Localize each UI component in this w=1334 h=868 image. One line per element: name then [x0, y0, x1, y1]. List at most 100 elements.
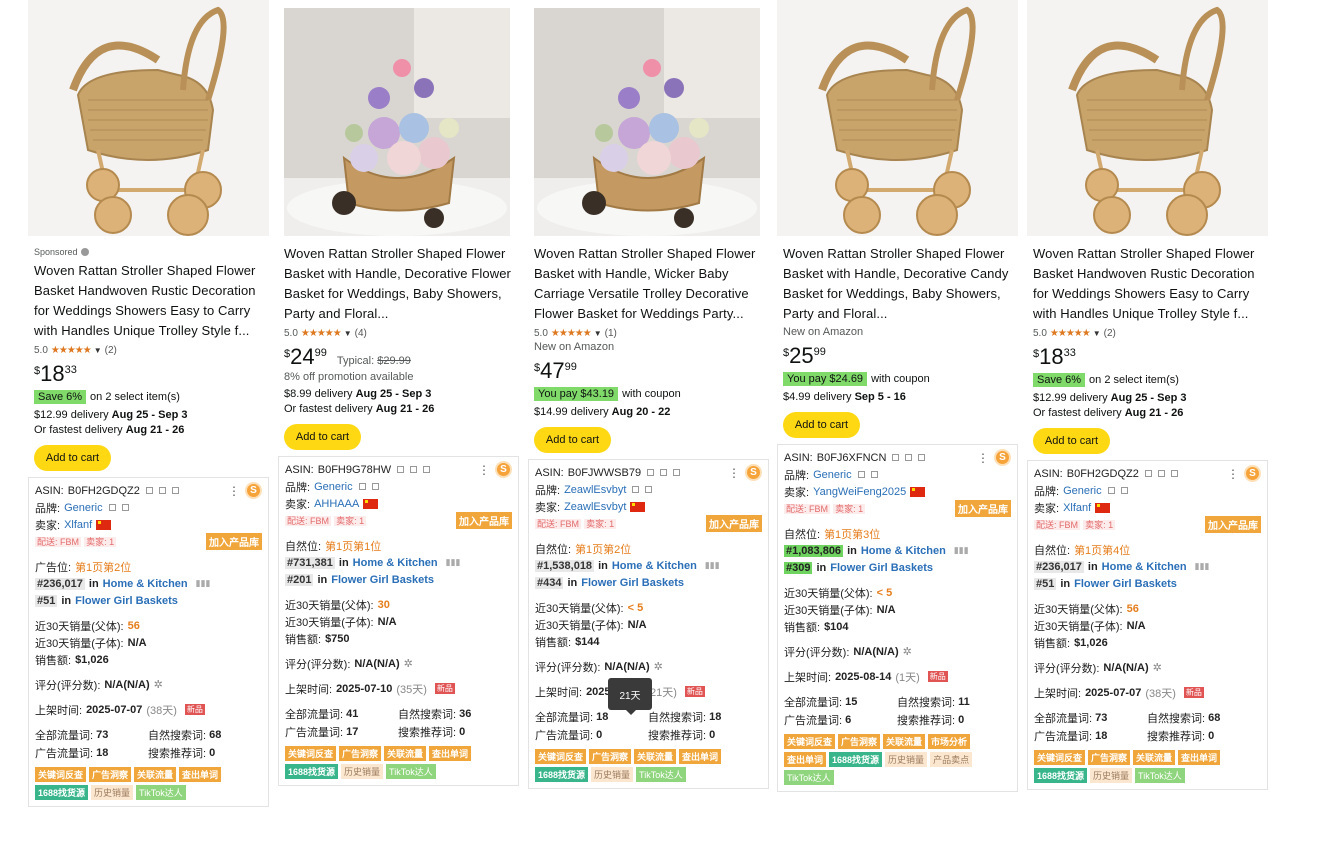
external-link-icon[interactable] [870, 471, 878, 478]
plugin-tag-button[interactable]: 历史销量 [591, 767, 634, 782]
bsr-category-link[interactable]: Home & Kitchen [1102, 561, 1187, 573]
copy-icon[interactable] [1107, 487, 1115, 494]
copy-icon[interactable] [857, 471, 865, 478]
add-to-cart-button[interactable]: Add to cart [534, 427, 611, 453]
plugin-logo-icon[interactable]: S [245, 482, 262, 499]
plugin-tag-button[interactable]: 关联流量 [134, 767, 177, 782]
external-link-icon[interactable] [1120, 487, 1128, 494]
plugin-tag-button[interactable]: 1688找货源 [829, 752, 883, 767]
seller-link[interactable]: YangWeiFeng2025 [813, 486, 906, 498]
product-image[interactable] [284, 8, 510, 236]
rating-row[interactable]: 5.0 ★★★★★ ▼ (1) [534, 327, 769, 339]
external-link-icon[interactable] [1170, 470, 1178, 477]
asin-value[interactable]: B0FJWWSB79 [568, 467, 641, 479]
product-card[interactable]: Sponsored Woven Rattan Stroller Shaped F… [28, 0, 269, 807]
plugin-tag-button[interactable]: 产品卖点 [930, 752, 973, 767]
product-image[interactable] [534, 8, 760, 236]
external-link-icon[interactable] [423, 466, 431, 473]
bsr-category-link[interactable]: Home & Kitchen [861, 545, 946, 557]
plugin-tag-button[interactable]: 查出单词 [679, 749, 722, 764]
location-icon[interactable] [1157, 470, 1165, 477]
plugin-tag-button[interactable]: TikTok达人 [136, 785, 186, 800]
brand-link[interactable]: Generic [64, 502, 103, 514]
rating-row[interactable]: 5.0 ★★★★★ ▼ (4) [284, 327, 519, 339]
product-title[interactable]: Woven Rattan Stroller Shaped Flower Bask… [783, 244, 1018, 324]
listed-days[interactable]: (38天) [1145, 685, 1176, 701]
copy-icon[interactable] [892, 454, 900, 461]
product-title[interactable]: Woven Rattan Stroller Shaped Flower Bask… [34, 261, 269, 341]
plugin-tag-button[interactable]: 关键词反查 [535, 749, 587, 764]
copy-icon[interactable] [632, 486, 640, 493]
rating-count[interactable]: (4) [355, 328, 367, 339]
brand-link[interactable]: ZeawlEsvbyt [564, 484, 626, 496]
copy-icon[interactable] [108, 504, 116, 511]
price[interactable]: $ 24 99 Typical: $29.99 [284, 345, 519, 369]
bsr-category-link[interactable]: Flower Girl Baskets [75, 595, 178, 607]
rating-count[interactable]: (2) [105, 345, 117, 356]
product-card[interactable]: Woven Rattan Stroller Shaped Flower Bask… [777, 0, 1018, 792]
plugin-logo-icon[interactable]: S [495, 461, 512, 478]
copy-icon[interactable] [358, 483, 366, 490]
asin-value[interactable]: B0FH9G78HW [318, 464, 391, 476]
plugin-tag-button[interactable]: 广告洞察 [1088, 750, 1131, 765]
plugin-tag-button[interactable]: TikTok达人 [386, 764, 436, 779]
more-options-icon[interactable]: ⋮ [728, 466, 740, 480]
bsr-category-link[interactable]: Home & Kitchen [103, 578, 188, 590]
brand-link[interactable]: Generic [1063, 485, 1102, 497]
chevron-down-icon[interactable]: ▼ [1093, 329, 1101, 338]
plugin-tag-button[interactable]: 广告洞察 [89, 767, 132, 782]
plugin-tag-button[interactable]: 广告洞察 [589, 749, 632, 764]
add-to-cart-button[interactable]: Add to cart [34, 445, 111, 471]
plugin-tag-button[interactable]: 广告洞察 [339, 746, 382, 761]
location-icon[interactable] [905, 454, 913, 461]
plugin-tag-button[interactable]: 1688找货源 [1034, 768, 1088, 783]
more-options-icon[interactable]: ⋮ [228, 484, 240, 498]
add-to-cart-button[interactable]: Add to cart [783, 412, 860, 438]
chevron-down-icon[interactable]: ▼ [344, 329, 352, 338]
copy-icon[interactable] [1144, 470, 1152, 477]
product-title[interactable]: Woven Rattan Stroller Shaped Flower Bask… [534, 244, 769, 324]
plugin-tag-button[interactable]: TikTok达人 [1135, 768, 1185, 783]
external-link-icon[interactable] [121, 504, 129, 511]
external-link-icon[interactable] [171, 487, 179, 494]
plugin-tag-button[interactable]: 1688找货源 [285, 764, 339, 779]
plugin-tag-button[interactable]: 历史销量 [341, 764, 384, 779]
price[interactable]: $ 18 33 [34, 362, 269, 386]
bsr-category-link[interactable]: Home & Kitchen [353, 557, 438, 569]
brand-link[interactable]: Generic [813, 469, 852, 481]
copy-icon[interactable] [397, 466, 405, 473]
plugin-tag-button[interactable]: 历史销量 [91, 785, 134, 800]
bsr-category-link[interactable]: Flower Girl Baskets [830, 562, 933, 574]
rating-count[interactable]: (1) [605, 328, 617, 339]
chevron-down-icon[interactable]: ▼ [594, 329, 602, 338]
add-to-library-button[interactable]: 加入产品库 [955, 500, 1011, 517]
bsr-category-link[interactable]: Flower Girl Baskets [331, 574, 434, 586]
seller-link[interactable]: ZeawlEsvbyt [564, 501, 626, 513]
bsr-category-link[interactable]: Flower Girl Baskets [1074, 578, 1177, 590]
rating-row[interactable]: 5.0 ★★★★★ ▼ (2) [1033, 327, 1268, 339]
seller-link[interactable]: Xlfanf [1063, 502, 1091, 514]
product-image[interactable] [777, 0, 1018, 236]
plugin-tag-button[interactable]: 关键词反查 [784, 734, 836, 749]
location-icon[interactable] [660, 469, 668, 476]
location-icon[interactable] [410, 466, 418, 473]
plugin-tag-button[interactable]: 查出单词 [429, 746, 472, 761]
external-link-icon[interactable] [645, 486, 653, 493]
plugin-tag-button[interactable]: TikTok达人 [784, 770, 834, 785]
plugin-tag-button[interactable]: 关键词反查 [1034, 750, 1086, 765]
asin-value[interactable]: B0FH2GDQZ2 [1067, 468, 1139, 480]
add-to-library-button[interactable]: 加入产品库 [706, 515, 762, 532]
seller-link[interactable]: AHHAAA [314, 498, 359, 510]
plugin-logo-icon[interactable]: S [994, 449, 1011, 466]
plugin-tag-button[interactable]: 历史销量 [885, 752, 928, 767]
asin-value[interactable]: B0FH2GDQZ2 [68, 485, 140, 497]
more-options-icon[interactable]: ⋮ [478, 463, 490, 477]
chart-bars-icon[interactable]: ▮▮▮ [1195, 561, 1210, 572]
copy-icon[interactable] [145, 487, 153, 494]
product-card[interactable]: Woven Rattan Stroller Shaped Flower Bask… [528, 0, 769, 789]
plugin-tag-button[interactable]: 历史销量 [1090, 768, 1133, 783]
external-link-icon[interactable] [918, 454, 926, 461]
add-to-library-button[interactable]: 加入产品库 [1205, 516, 1261, 533]
product-image[interactable] [28, 0, 269, 236]
bsr-category-link[interactable]: Home & Kitchen [612, 560, 697, 572]
